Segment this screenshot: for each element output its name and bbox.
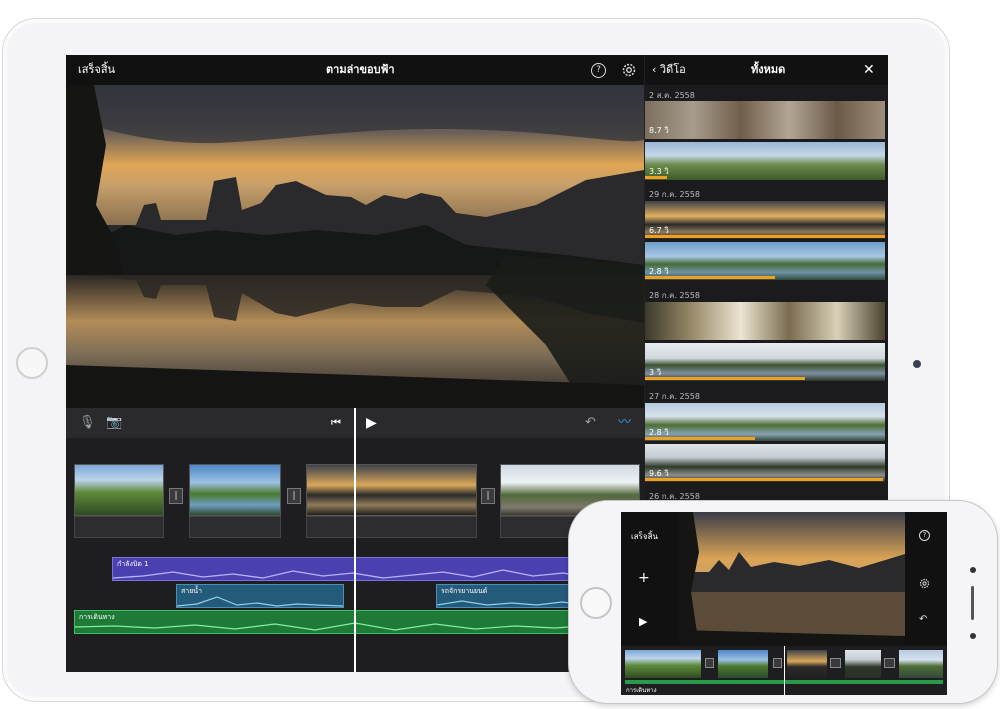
done-button[interactable]: เสร็จสิ้น	[631, 530, 658, 543]
gear-icon[interactable]	[919, 574, 930, 589]
transition-icon[interactable]	[830, 658, 841, 668]
media-clip[interactable]: 8.7 วิ	[645, 101, 885, 139]
play-icon[interactable]: ▶	[639, 615, 647, 628]
video-preview[interactable]	[66, 85, 644, 408]
media-clip[interactable]	[645, 302, 885, 340]
ipad-camera	[913, 360, 921, 368]
clip-audio-track	[189, 516, 281, 538]
ipad-home-button[interactable]	[16, 347, 48, 379]
undo-icon[interactable]: ↶	[585, 408, 596, 438]
clip-audio-track	[74, 516, 164, 538]
skip-to-start-icon[interactable]: ⏮	[331, 408, 341, 438]
date-header: 27 ก.ค. 2558	[649, 392, 700, 401]
track-label: การเดินทาง	[626, 687, 657, 694]
clip-used-indicator	[645, 377, 805, 380]
timeline-video-clip[interactable]	[718, 650, 768, 678]
timeline[interactable]: | | | กำลังบิด 1 สายน้ำ รถจักรยานยนต์ กา…	[66, 408, 644, 672]
transition-icon[interactable]: |	[481, 488, 495, 504]
date-header: 28 ก.ค. 2558	[649, 291, 700, 300]
media-clip[interactable]: 9.6 วิ	[645, 444, 885, 482]
iphone-speaker	[971, 586, 974, 620]
question-circle-icon[interactable]: ?	[919, 530, 930, 541]
playhead[interactable]	[354, 408, 356, 672]
audio-track-voiceover[interactable]: กำลังบิด 1	[112, 557, 644, 581]
audio-waveform-icon[interactable]: 〰	[618, 408, 631, 438]
timeline-video-clip[interactable]	[189, 464, 281, 516]
browser-back-label: วิดีโอ	[659, 63, 686, 76]
transition-icon[interactable]	[773, 658, 782, 668]
clip-used-indicator	[645, 276, 775, 279]
music-track[interactable]: การเดินทาง	[74, 610, 644, 634]
playhead[interactable]	[784, 646, 785, 695]
done-button[interactable]: เสร็จสิ้น	[78, 55, 115, 85]
media-clip[interactable]: 6.7 วิ	[645, 201, 885, 239]
transition-icon[interactable]	[884, 658, 895, 668]
browser-header: ‹ วิดีโอ ทั้งหมด ✕	[645, 55, 888, 85]
question-circle-icon[interactable]: ?	[591, 63, 606, 78]
transition-icon[interactable]: |	[287, 488, 301, 504]
timeline-video-clip[interactable]	[787, 650, 827, 678]
media-clip[interactable]: 3 วิ	[645, 343, 885, 381]
timeline-video-clip[interactable]	[306, 464, 477, 516]
iphone-camera	[970, 567, 976, 573]
timeline[interactable]: การเดินทาง	[621, 646, 947, 695]
clip-audio-track	[306, 516, 477, 538]
project-title: ตามล่าขอบฟ้า	[326, 63, 395, 76]
video-preview[interactable]	[679, 512, 905, 646]
timeline-video-clip[interactable]	[625, 650, 701, 678]
close-x-icon[interactable]: ✕	[863, 55, 875, 85]
media-browser: ‹ วิดีโอ ทั้งหมด ✕ 2 ส.ค. 2558 8.7 วิ 3.…	[645, 55, 888, 501]
clip-duration: 8.7 วิ	[649, 126, 669, 135]
transition-icon[interactable]: |	[169, 488, 183, 504]
media-clip[interactable]: 2.8 วิ	[645, 403, 885, 441]
top-bar: เสร็จสิ้น ตามล่าขอบฟ้า ?	[66, 55, 644, 85]
timeline-video-clip[interactable]	[899, 650, 943, 678]
undo-icon[interactable]: ↶	[919, 614, 927, 625]
clip-used-indicator	[645, 437, 755, 440]
timeline-video-clip[interactable]	[845, 650, 881, 678]
iphone-home-button[interactable]	[580, 587, 612, 619]
microphone-icon[interactable]: 🎙	[79, 408, 96, 438]
iphone-screen: เสร็จสิ้น + ▶ ? ↶ การเดินทาง	[621, 512, 947, 695]
browser-title: ทั้งหมด	[751, 63, 786, 76]
audio-track-sfx[interactable]: สายน้ำ	[176, 584, 344, 608]
gear-icon[interactable]	[621, 62, 637, 78]
play-icon[interactable]: ▶	[366, 408, 377, 438]
clip-used-indicator	[645, 478, 883, 481]
camera-icon[interactable]: 📷	[106, 408, 122, 438]
browser-back-button[interactable]: ‹ วิดีโอ	[652, 55, 686, 85]
media-clip[interactable]: 2.8 วิ	[645, 242, 885, 280]
clip-used-indicator	[645, 176, 667, 179]
plus-icon[interactable]: +	[638, 570, 650, 586]
clip-used-indicator	[645, 235, 885, 238]
iphone-sensor	[970, 633, 976, 639]
transition-icon[interactable]	[705, 658, 714, 668]
timeline-video-clip[interactable]	[74, 464, 164, 516]
media-clip[interactable]: 3.3 วิ	[645, 142, 885, 180]
date-header: 29 ก.ค. 2558	[649, 190, 700, 199]
